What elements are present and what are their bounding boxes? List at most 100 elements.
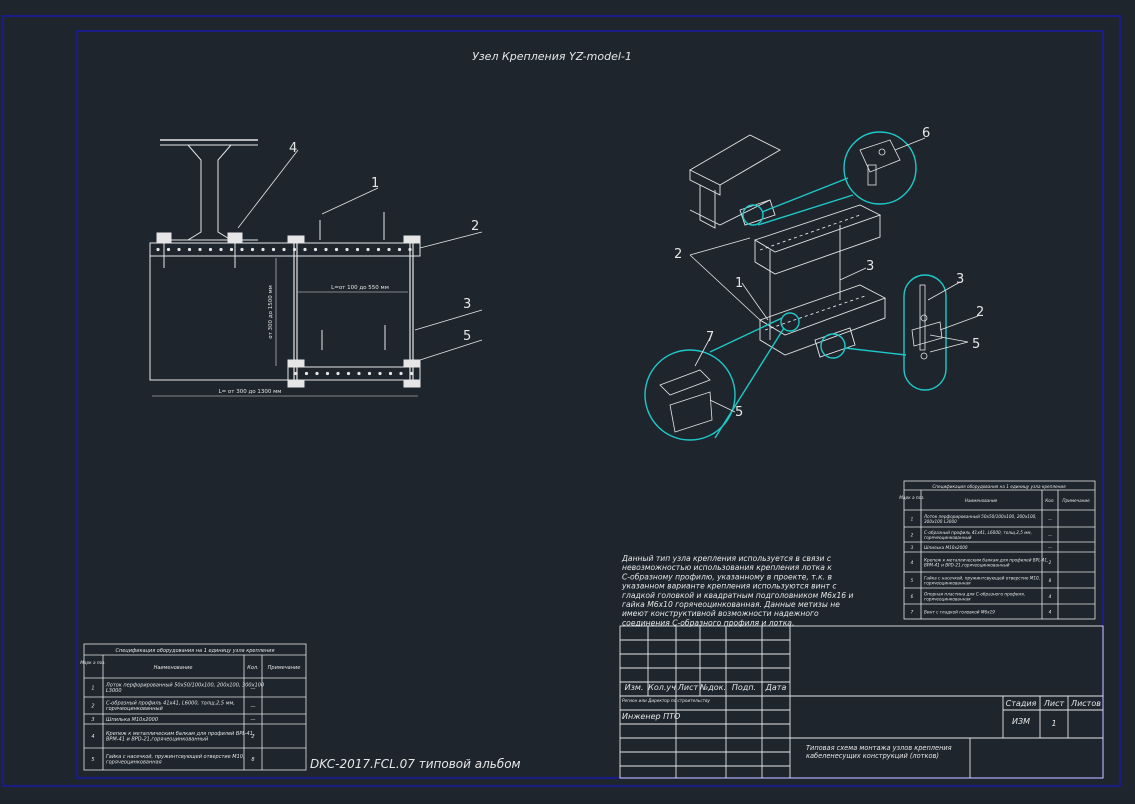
svg-text:Примечание: Примечание: [1062, 498, 1090, 503]
channel-hole: [346, 371, 351, 376]
channel-hole: [388, 371, 393, 376]
spec-name: BPM-41 и BPD-21,горячеоцинкованный: [924, 562, 1010, 567]
spec-name: Винт с гладкой головкой М6х19: [924, 609, 995, 614]
spec-qty: 4: [1049, 610, 1052, 615]
channel-hole: [334, 247, 339, 252]
dim-inner-length: L=от 100 до 550 мм: [331, 285, 389, 291]
spec-name: L3000: [106, 688, 122, 694]
callout-2-iso: 2: [674, 247, 682, 262]
svg-text:Подп.: Подп.: [732, 683, 756, 692]
spec-table-right: Спецификация оборудования на 1 единицу у…: [899, 480, 1096, 620]
spec-pos: 5: [91, 757, 94, 763]
svg-text:Кол.: Кол.: [1045, 498, 1055, 503]
description-paragraph: Данный тип узла крепления используется в…: [621, 554, 854, 627]
svg-text:Регион или Директор по строите: Регион или Директор по строительству: [622, 698, 711, 703]
description-line: имеют конструктивной возможности надежно…: [622, 609, 819, 618]
channel-hole: [376, 247, 381, 252]
i-beam: [160, 139, 258, 241]
spec-pos: 4: [91, 734, 94, 740]
svg-text:Наименование: Наименование: [154, 665, 193, 671]
spec-qty: —: [1048, 533, 1053, 538]
svg-text:1: 1: [1051, 719, 1056, 728]
elevation-leaders: [237, 149, 483, 361]
spec-name: горячеоцинкованный: [106, 706, 163, 712]
channel-hole: [208, 247, 213, 252]
spec-pos: 2: [91, 704, 94, 710]
svg-text:Инженер ПТО: Инженер ПТО: [622, 712, 680, 721]
drawing-title: Узел Крепления YZ-model-1: [472, 50, 632, 63]
spec-name: горячеоцинкованная: [924, 596, 971, 601]
svg-text:Наименование: Наименование: [965, 498, 998, 503]
callout-5-detail: 5: [972, 337, 980, 352]
spec-pos: 4: [911, 560, 914, 565]
description-line: указанном варианте крепления используютс…: [621, 582, 837, 591]
svg-text:ИЗМ: ИЗМ: [1012, 717, 1030, 726]
channel-hole: [304, 371, 309, 376]
callout-7-iso: 7: [706, 330, 714, 345]
channel-hole: [156, 247, 160, 252]
channel-hole: [313, 247, 318, 252]
channel-hole: [325, 371, 330, 376]
svg-text:Лист: Лист: [677, 683, 699, 692]
spec-qty: 2: [251, 734, 254, 740]
channel-hole: [387, 247, 391, 252]
svg-text:Марк а поз.: Марк а поз.: [899, 495, 924, 500]
channel-hole: [315, 371, 319, 376]
spec-qty: 4: [1049, 594, 1052, 599]
spec-qty: —: [1048, 545, 1053, 550]
channel-hole: [367, 371, 372, 376]
spec-qty: 2: [1049, 560, 1052, 565]
document-title: Типовая схема монтажа узлов крепления каб…: [806, 744, 952, 760]
channel-hole: [324, 247, 328, 252]
spec-qty: —: [251, 704, 256, 710]
inner-frame: [76, 30, 1104, 779]
spec-pos: 1: [91, 686, 94, 692]
callout-5-elevation: 5: [463, 329, 471, 344]
description-line: невозможностью использования крепления л…: [622, 563, 832, 572]
spec-qty: —: [251, 686, 256, 692]
cad-canvas: Узел Крепления YZ-model-1 L=от 100 до 55…: [0, 0, 1135, 800]
spec-pos: 2: [911, 533, 914, 538]
channel-hole: [303, 247, 307, 252]
channel-hole: [187, 247, 192, 252]
spec-pos: 7: [911, 610, 914, 615]
channel-hole: [177, 247, 181, 252]
channel-hole: [366, 247, 370, 252]
title-block: Изм. Кол.уч Лист №док. Подп. Дата Регион…: [619, 625, 1104, 779]
spec-name: 300х100 L3000: [924, 519, 957, 524]
spec-name: горячеоцинкованная: [106, 760, 162, 766]
channel-hole: [219, 247, 223, 252]
callout-3-elevation: 3: [463, 297, 471, 312]
callout-6-iso: 6: [922, 126, 930, 141]
spec-pos: 5: [911, 578, 914, 583]
dim-total-length: L= от 300 до 1300 мм: [219, 389, 282, 395]
spec-pos: 1: [911, 517, 914, 522]
svg-text:Стадия: Стадия: [1006, 699, 1037, 708]
channel-hole: [336, 371, 340, 376]
spec-name: Шпилька М10х2000: [106, 717, 158, 723]
channel-hole: [345, 247, 349, 252]
description-line: гладкой головкой и квадратным подголовни…: [622, 591, 854, 600]
channel-hole: [357, 371, 361, 376]
svg-text:Лист: Лист: [1043, 699, 1065, 708]
svg-text:Изм.: Изм.: [625, 683, 644, 692]
spec-name: Шпилька М10х2000: [924, 545, 968, 550]
callout-1-iso: 1: [735, 276, 743, 291]
channel-hole: [399, 371, 403, 376]
svg-text:Спецификация оборудования на 1: Спецификация оборудования на 1 единицу у…: [932, 484, 1066, 489]
drawing-svg: Узел Крепления YZ-model-1 L=от 100 до 55…: [2, 15, 1121, 787]
svg-text:Кол.уч: Кол.уч: [648, 683, 676, 692]
spec-qty: —: [1048, 517, 1053, 522]
elevation-view: [149, 139, 421, 397]
callout-3-iso: 3: [866, 259, 874, 274]
callout-1-elevation: 1: [371, 176, 379, 191]
callout-3-detail: 3: [956, 272, 964, 287]
channel-hole: [378, 371, 382, 376]
spec-table-left: Спецификация оборудования на 1 единицу у…: [80, 643, 307, 771]
channel-hole: [198, 247, 202, 252]
svg-text:№док.: №док.: [699, 683, 726, 692]
album-label: DKC-2017.FCL.07 типовой альбом: [310, 757, 521, 771]
callout-2-elevation: 2: [471, 219, 479, 234]
spec-name: Лоток перфорированный 50х50/100х100, 200…: [105, 683, 264, 689]
channel-hole: [261, 247, 265, 252]
